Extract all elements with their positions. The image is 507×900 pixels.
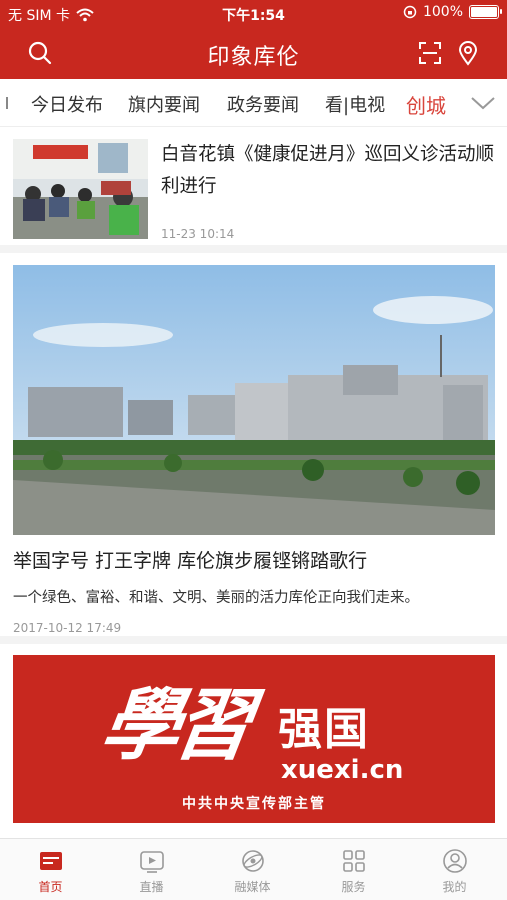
tab-label: 直播: [139, 880, 164, 894]
tab-media[interactable]: 融媒体: [202, 839, 303, 900]
article-thumbnail: [13, 139, 148, 239]
article-summary: 一个绿色、富裕、和谐、文明、美丽的活力库伦正向我们走来。: [13, 590, 419, 606]
bottom-tab-bar: 首页 直播 融媒体 服务 我的: [0, 838, 507, 900]
home-icon: [40, 852, 62, 870]
scan-icon[interactable]: [417, 40, 443, 66]
tab-local-news[interactable]: 旗内要闻: [128, 91, 200, 117]
battery-text: 100%: [422, 4, 463, 20]
tab-label: 融媒体: [234, 880, 271, 894]
chevron-down-icon[interactable]: [469, 91, 497, 115]
tab-label: 首页: [38, 880, 63, 894]
article-image: [13, 265, 495, 535]
nav-bar: 印象库伦: [0, 28, 507, 79]
tab-profile[interactable]: 我的: [404, 839, 505, 900]
status-bar: 无 SIM 卡 下午1:54 100%: [0, 0, 507, 28]
channel-tabs: 今日发布 旗内要闻 政务要闻 看|电视 创城: [0, 79, 507, 127]
xuexi-banner[interactable]: 學習 强国 xuexi.cn 中共中央宣传部主管: [13, 655, 495, 823]
tab-services[interactable]: 服务: [303, 839, 404, 900]
tab-live[interactable]: 直播: [101, 839, 202, 900]
app-header: 无 SIM 卡 下午1:54 100% 印象库伦: [0, 0, 507, 79]
article-title[interactable]: 白音花镇《健康促进月》巡回义诊活动顺利进行: [161, 139, 496, 203]
orientation-lock-icon: [403, 5, 417, 19]
location-icon[interactable]: [455, 40, 481, 66]
grid-services-icon: [343, 850, 365, 872]
article-date: 2017-10-12 17:49: [13, 621, 122, 635]
banner-calligraphy: 學習: [95, 680, 253, 771]
banner-subtitle: 中共中央宣传部主管: [182, 796, 326, 812]
battery-icon: [469, 5, 502, 19]
tab-tv[interactable]: 看|电视: [325, 91, 385, 117]
live-play-icon: [140, 851, 164, 873]
tab-government-news[interactable]: 政务要闻: [227, 91, 299, 117]
scroll-edge-indicator: [6, 97, 8, 109]
banner-brand: 强国: [278, 704, 370, 755]
tab-home[interactable]: 首页: [0, 839, 101, 900]
article-date: 11-23 10:14: [161, 227, 235, 241]
tab-today[interactable]: 今日发布: [31, 91, 103, 117]
profile-icon: [443, 849, 467, 873]
list-item[interactable]: 白音花镇《健康促进月》巡回义诊活动顺利进行 11-23 10:14: [0, 127, 507, 253]
tab-civilized-city[interactable]: 创城: [406, 90, 446, 119]
tab-label: 服务: [341, 880, 366, 894]
media-globe-icon: [242, 850, 264, 872]
banner-domain: xuexi.cn: [281, 755, 404, 785]
tab-label: 我的: [442, 880, 467, 894]
list-item[interactable]: 举国字号 打王字牌 库伦旗步履铿锵踏歌行 一个绿色、富裕、和谐、文明、美丽的活力…: [0, 253, 507, 644]
article-title[interactable]: 举国字号 打王字牌 库伦旗步履铿锵踏歌行: [13, 546, 367, 573]
